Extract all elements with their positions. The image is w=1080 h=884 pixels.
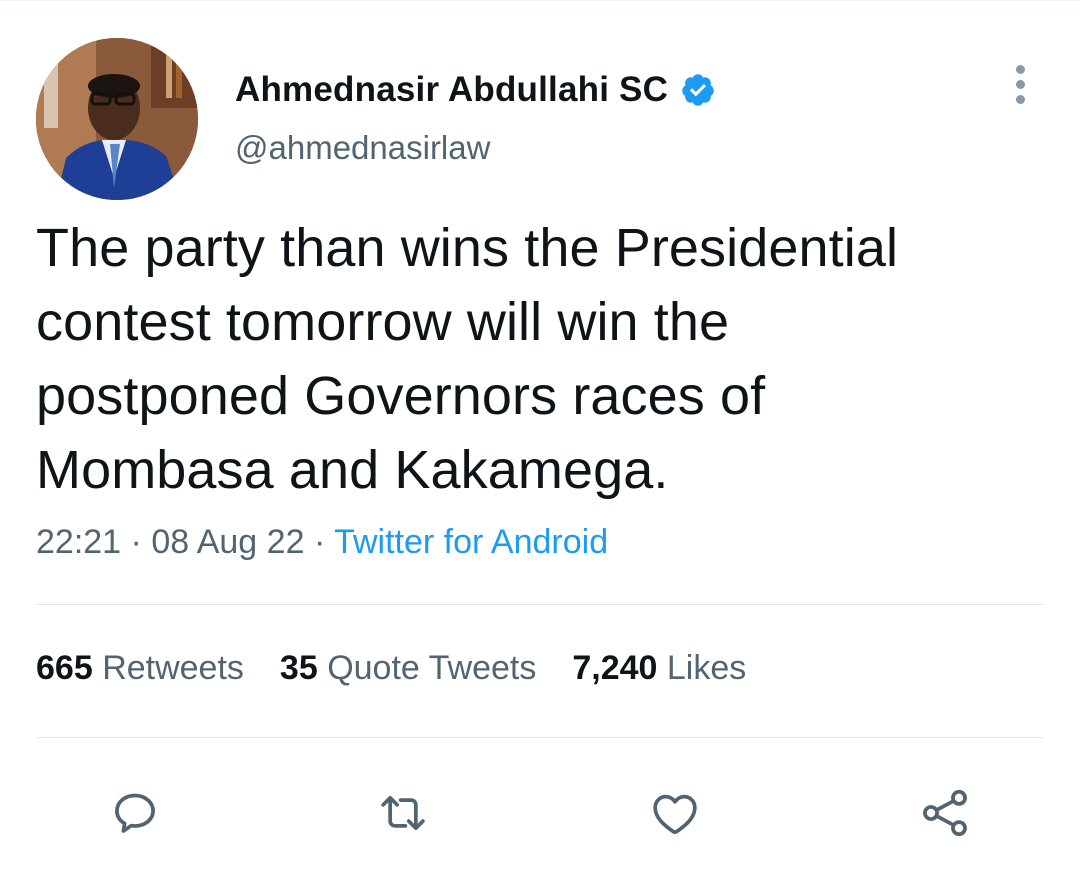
likes-label: Likes (666, 649, 747, 687)
author-handle[interactable]: @ahmednasirlaw (235, 129, 490, 167)
dot (1015, 65, 1025, 74)
divider (36, 604, 1044, 605)
author-display-name[interactable]: Ahmednasir Abdullahi SC (235, 70, 668, 110)
more-options-icon[interactable] (1006, 65, 1034, 109)
retweets-label: Retweets (102, 649, 244, 687)
heart-icon (653, 794, 697, 834)
quote-tweets-stat[interactable]: 35 Quote Tweets (280, 649, 536, 688)
separator: · (130, 523, 152, 561)
tweet-metadata: 22:21 · 08 Aug 22 · Twitter for Android (36, 523, 608, 562)
avatar-photo (36, 38, 198, 200)
author-name-row[interactable]: Ahmednasir Abdullahi SC (235, 67, 716, 113)
tweet-card: Ahmednasir Abdullahi SC @ahmednasirlaw T… (0, 0, 1080, 884)
retweet-icon (381, 795, 425, 831)
tweet-time[interactable]: 22:21 (36, 523, 121, 561)
tweet-source-link[interactable]: Twitter for Android (334, 523, 608, 561)
retweets-count: 665 (36, 649, 103, 687)
quote-tweets-label: Quote Tweets (327, 649, 537, 687)
action-bar (0, 781, 1080, 845)
separator: · (313, 523, 335, 561)
retweet-button[interactable] (371, 781, 435, 845)
dot (1015, 80, 1025, 89)
like-button[interactable] (643, 781, 707, 845)
engagement-stats: 665 Retweets 35 Quote Tweets 7,240 Likes (36, 649, 782, 688)
likes-stat[interactable]: 7,240 Likes (572, 649, 746, 688)
tweet-date[interactable]: 08 Aug 22 (151, 523, 304, 561)
quote-tweets-count: 35 (279, 649, 328, 687)
retweets-stat[interactable]: 665 Retweets (36, 649, 244, 688)
likes-count: 7,240 (572, 649, 667, 687)
divider (36, 737, 1044, 738)
reply-button[interactable] (103, 781, 167, 845)
avatar[interactable] (36, 38, 198, 200)
share-icon (923, 789, 967, 837)
verified-badge-icon (682, 74, 714, 106)
reply-icon (115, 793, 155, 833)
tweet-text: The party than wins the Presidential con… (36, 218, 899, 500)
share-button[interactable] (913, 781, 977, 845)
dot (1015, 95, 1025, 104)
